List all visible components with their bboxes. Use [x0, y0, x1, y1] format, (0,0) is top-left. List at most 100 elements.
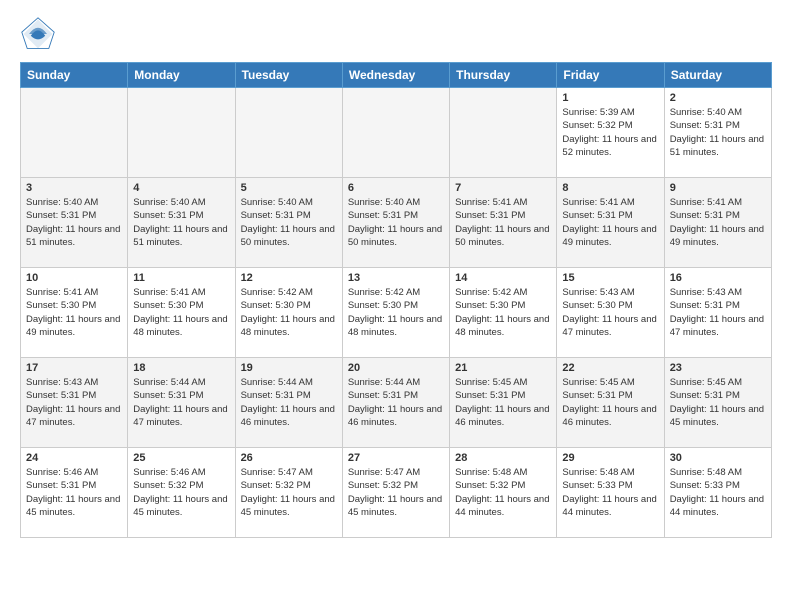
calendar-cell: 19 Sunrise: 5:44 AM Sunset: 5:31 PM Dayli… [235, 358, 342, 448]
day-info: Sunrise: 5:41 AM Sunset: 5:31 PM Dayligh… [455, 196, 551, 249]
calendar-cell: 12 Sunrise: 5:42 AM Sunset: 5:30 PM Dayli… [235, 268, 342, 358]
calendar-cell: 3 Sunrise: 5:40 AM Sunset: 5:31 PM Daylig… [21, 178, 128, 268]
day-info: Sunrise: 5:40 AM Sunset: 5:31 PM Dayligh… [26, 196, 122, 249]
day-info: Sunrise: 5:45 AM Sunset: 5:31 PM Dayligh… [562, 376, 658, 429]
calendar-cell: 6 Sunrise: 5:40 AM Sunset: 5:31 PM Daylig… [342, 178, 449, 268]
calendar-cell: 25 Sunrise: 5:46 AM Sunset: 5:32 PM Dayli… [128, 448, 235, 538]
day-info: Sunrise: 5:41 AM Sunset: 5:30 PM Dayligh… [133, 286, 229, 339]
day-number: 17 [26, 362, 122, 374]
day-number: 14 [455, 272, 551, 284]
day-info: Sunrise: 5:43 AM Sunset: 5:31 PM Dayligh… [26, 376, 122, 429]
day-info: Sunrise: 5:43 AM Sunset: 5:31 PM Dayligh… [670, 286, 766, 339]
calendar-cell [450, 88, 557, 178]
day-number: 7 [455, 182, 551, 194]
calendar-week-3: 10 Sunrise: 5:41 AM Sunset: 5:30 PM Dayli… [21, 268, 772, 358]
calendar-cell: 7 Sunrise: 5:41 AM Sunset: 5:31 PM Daylig… [450, 178, 557, 268]
calendar-cell: 9Sunrise: 5:41 AM Sunset: 5:31 PM Daylig… [664, 178, 771, 268]
day-number: 21 [455, 362, 551, 374]
day-number: 11 [133, 272, 229, 284]
day-number: 24 [26, 452, 122, 464]
calendar-cell: 10 Sunrise: 5:41 AM Sunset: 5:30 PM Dayli… [21, 268, 128, 358]
day-number: 26 [241, 452, 337, 464]
day-number: 15 [562, 272, 658, 284]
weekday-header-sunday: Sunday [21, 63, 128, 88]
day-number: 5 [241, 182, 337, 194]
day-info: Sunrise: 5:48 AM Sunset: 5:33 PM Dayligh… [670, 466, 766, 519]
calendar-week-4: 17 Sunrise: 5:43 AM Sunset: 5:31 PM Dayli… [21, 358, 772, 448]
weekday-header-tuesday: Tuesday [235, 63, 342, 88]
weekday-header-thursday: Thursday [450, 63, 557, 88]
day-number: 19 [241, 362, 337, 374]
day-number: 8 [562, 182, 658, 194]
day-number: 10 [26, 272, 122, 284]
day-info: Sunrise: 5:44 AM Sunset: 5:31 PM Dayligh… [348, 376, 444, 429]
day-info: Sunrise: 5:40 AM Sunset: 5:31 PM Dayligh… [348, 196, 444, 249]
day-number: 16 [670, 272, 766, 284]
calendar-cell: 22 Sunrise: 5:45 AM Sunset: 5:31 PM Dayli… [557, 358, 664, 448]
calendar-cell: 16 Sunrise: 5:43 AM Sunset: 5:31 PM Dayli… [664, 268, 771, 358]
day-number: 27 [348, 452, 444, 464]
day-number: 29 [562, 452, 658, 464]
weekday-header-row: SundayMondayTuesdayWednesdayThursdayFrid… [21, 63, 772, 88]
day-info: Sunrise: 5:45 AM Sunset: 5:31 PM Dayligh… [455, 376, 551, 429]
day-number: 25 [133, 452, 229, 464]
day-info: Sunrise: 5:47 AM Sunset: 5:32 PM Dayligh… [348, 466, 444, 519]
weekday-header-wednesday: Wednesday [342, 63, 449, 88]
day-info: Sunrise: 5:42 AM Sunset: 5:30 PM Dayligh… [241, 286, 337, 339]
calendar-cell: 20 Sunrise: 5:44 AM Sunset: 5:31 PM Dayli… [342, 358, 449, 448]
day-number: 20 [348, 362, 444, 374]
day-info: Sunrise: 5:41 AM Sunset: 5:31 PM Dayligh… [562, 196, 658, 249]
page: SundayMondayTuesdayWednesdayThursdayFrid… [0, 0, 792, 558]
calendar-week-1: 1 Sunrise: 5:39 AM Sunset: 5:32 PM Daylig… [21, 88, 772, 178]
calendar-week-5: 24 Sunrise: 5:46 AM Sunset: 5:31 PM Dayli… [21, 448, 772, 538]
calendar-cell: 5 Sunrise: 5:40 AM Sunset: 5:31 PM Daylig… [235, 178, 342, 268]
weekday-header-friday: Friday [557, 63, 664, 88]
calendar-cell: 26 Sunrise: 5:47 AM Sunset: 5:32 PM Dayli… [235, 448, 342, 538]
calendar-cell: 4 Sunrise: 5:40 AM Sunset: 5:31 PM Daylig… [128, 178, 235, 268]
calendar-cell: 14Sunrise: 5:42 AM Sunset: 5:30 PM Dayli… [450, 268, 557, 358]
day-number: 3 [26, 182, 122, 194]
day-number: 12 [241, 272, 337, 284]
day-info: Sunrise: 5:41 AM Sunset: 5:30 PM Dayligh… [26, 286, 122, 339]
day-number: 1 [562, 92, 658, 104]
logo-icon [20, 16, 56, 52]
calendar-cell [21, 88, 128, 178]
weekday-header-saturday: Saturday [664, 63, 771, 88]
calendar-cell: 8 Sunrise: 5:41 AM Sunset: 5:31 PM Daylig… [557, 178, 664, 268]
calendar-cell: 11 Sunrise: 5:41 AM Sunset: 5:30 PM Dayli… [128, 268, 235, 358]
day-info: Sunrise: 5:44 AM Sunset: 5:31 PM Dayligh… [133, 376, 229, 429]
day-info: Sunrise: 5:46 AM Sunset: 5:31 PM Dayligh… [26, 466, 122, 519]
day-info: Sunrise: 5:43 AM Sunset: 5:30 PM Dayligh… [562, 286, 658, 339]
day-info: Sunrise: 5:39 AM Sunset: 5:32 PM Dayligh… [562, 106, 658, 159]
calendar-table: SundayMondayTuesdayWednesdayThursdayFrid… [20, 62, 772, 538]
day-info: Sunrise: 5:40 AM Sunset: 5:31 PM Dayligh… [133, 196, 229, 249]
day-number: 22 [562, 362, 658, 374]
day-info: Sunrise: 5:46 AM Sunset: 5:32 PM Dayligh… [133, 466, 229, 519]
day-number: 13 [348, 272, 444, 284]
calendar-cell: 1 Sunrise: 5:39 AM Sunset: 5:32 PM Daylig… [557, 88, 664, 178]
calendar-cell: 18 Sunrise: 5:44 AM Sunset: 5:31 PM Dayli… [128, 358, 235, 448]
calendar-cell: 28Sunrise: 5:48 AM Sunset: 5:32 PM Dayli… [450, 448, 557, 538]
day-info: Sunrise: 5:40 AM Sunset: 5:31 PM Dayligh… [241, 196, 337, 249]
calendar-cell: 29 Sunrise: 5:48 AM Sunset: 5:33 PM Dayli… [557, 448, 664, 538]
header [20, 16, 772, 52]
day-info: Sunrise: 5:42 AM Sunset: 5:30 PM Dayligh… [348, 286, 444, 339]
day-info: Sunrise: 5:48 AM Sunset: 5:33 PM Dayligh… [562, 466, 658, 519]
day-number: 23 [670, 362, 766, 374]
day-info: Sunrise: 5:44 AM Sunset: 5:31 PM Dayligh… [241, 376, 337, 429]
calendar-week-2: 3 Sunrise: 5:40 AM Sunset: 5:31 PM Daylig… [21, 178, 772, 268]
calendar-cell: 13 Sunrise: 5:42 AM Sunset: 5:30 PM Dayli… [342, 268, 449, 358]
day-number: 18 [133, 362, 229, 374]
calendar-cell: 27 Sunrise: 5:47 AM Sunset: 5:32 PM Dayli… [342, 448, 449, 538]
day-info: Sunrise: 5:47 AM Sunset: 5:32 PM Dayligh… [241, 466, 337, 519]
day-info: Sunrise: 5:45 AM Sunset: 5:31 PM Dayligh… [670, 376, 766, 429]
day-number: 6 [348, 182, 444, 194]
calendar-cell: 17 Sunrise: 5:43 AM Sunset: 5:31 PM Dayli… [21, 358, 128, 448]
calendar-cell [235, 88, 342, 178]
day-info: Sunrise: 5:48 AM Sunset: 5:32 PM Dayligh… [455, 466, 551, 519]
day-number: 4 [133, 182, 229, 194]
calendar-cell: 24 Sunrise: 5:46 AM Sunset: 5:31 PM Dayli… [21, 448, 128, 538]
day-info: Sunrise: 5:41 AM Sunset: 5:31 PM Dayligh… [670, 196, 766, 249]
weekday-header-monday: Monday [128, 63, 235, 88]
day-number: 2 [670, 92, 766, 104]
